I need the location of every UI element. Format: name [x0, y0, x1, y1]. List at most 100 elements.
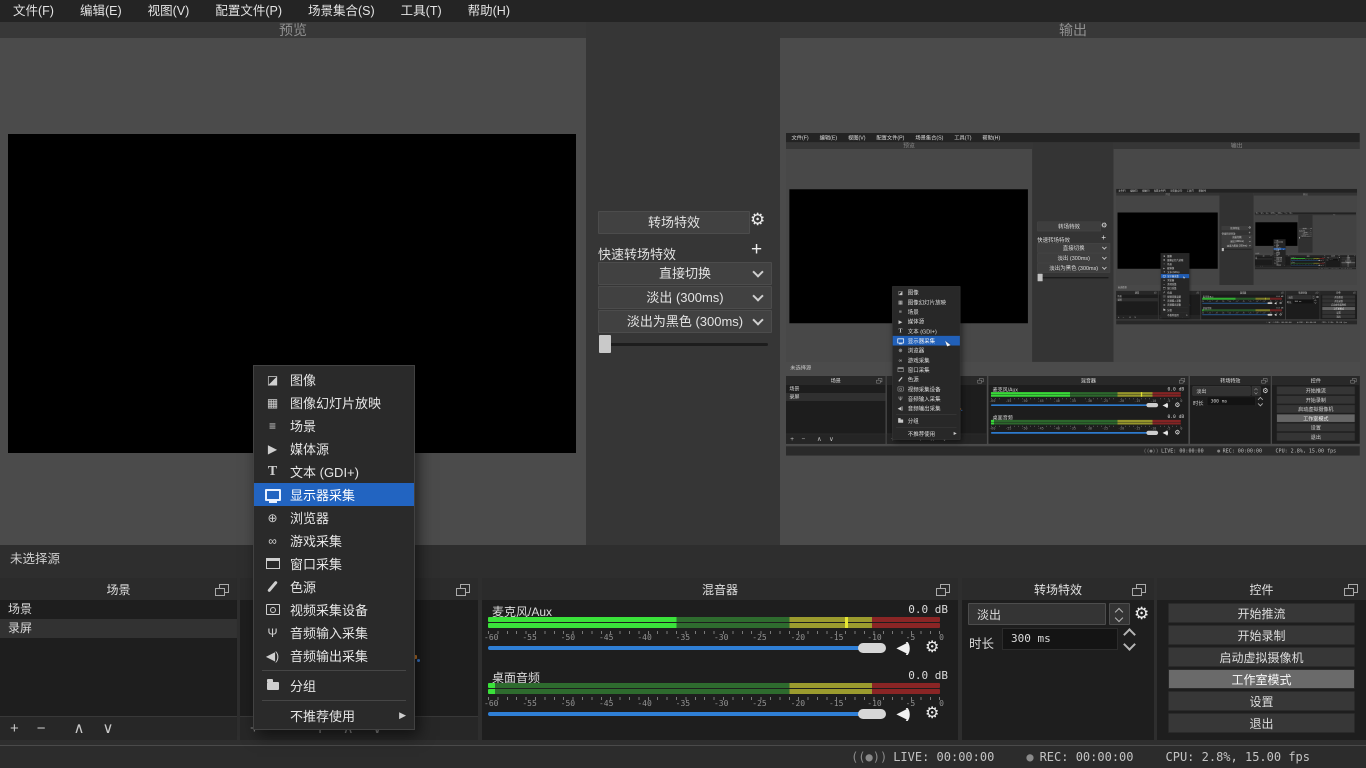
- chevron-down-icon: [752, 266, 763, 277]
- scene-list-item[interactable]: 场景: [0, 600, 237, 619]
- menubar-item-6[interactable]: 帮助(H): [455, 0, 523, 22]
- undock-icon[interactable]: [1348, 584, 1358, 593]
- context-menu-item[interactable]: ⊕浏览器: [254, 506, 414, 529]
- fade-black-transition-value: 淡出为黑色 (300ms): [627, 314, 743, 329]
- volume-slider-handle[interactable]: [858, 643, 886, 653]
- duration-input[interactable]: 300 ms: [1002, 628, 1118, 650]
- context-menu-item[interactable]: ∞游戏采集: [254, 529, 414, 552]
- context-menu-item[interactable]: ▶媒体源: [254, 437, 414, 460]
- remove-scene-icon[interactable]: −: [37, 717, 46, 740]
- menubar-item-5[interactable]: 工具(T): [388, 0, 455, 22]
- no-source-selected-text: 未选择源: [10, 548, 60, 567]
- context-menu-item[interactable]: ≡场景: [254, 414, 414, 437]
- context-menu-item-label: 图像幻灯片放映: [290, 393, 381, 412]
- nested-screen-capture: 文件(F)编辑(E)视图(V)配置文件(P)场景集合(S)工具(T)帮助(H) …: [786, 133, 1361, 457]
- meter-scale: -60-55-50-45-40-35-30-25-20-15-10-50: [484, 633, 944, 642]
- menubar-item-3[interactable]: 配置文件(P): [202, 0, 295, 22]
- context-menu-item[interactable]: Ψ音频输入采集: [254, 621, 414, 644]
- obs-window: 文件(F)编辑(E)视图(V)配置文件(P)场景集合(S)工具(T)帮助(H) …: [0, 0, 1366, 768]
- slideshow-icon: ▦: [264, 396, 281, 410]
- camera-icon: [264, 604, 281, 615]
- group-icon: [264, 682, 281, 690]
- output-pane: 输出 文件(F)编辑(E)视图(V)配置文件(P)场景集合(S)工具(T)帮助(…: [780, 22, 1366, 545]
- context-menu-item-label: 游戏采集: [290, 531, 342, 550]
- color-icon: [264, 580, 281, 593]
- fade-transition-dropdown[interactable]: 淡出 (300ms): [598, 286, 772, 309]
- add-scene-icon[interactable]: +: [10, 717, 19, 740]
- context-menu-item[interactable]: ▦ 图像幻灯片放映: [254, 391, 414, 414]
- media-icon: ▶: [264, 442, 281, 456]
- volume-slider[interactable]: [488, 708, 888, 720]
- add-quick-transition-icon[interactable]: +: [751, 239, 762, 261]
- fade-black-transition-dropdown[interactable]: 淡出为黑色 (300ms): [598, 310, 772, 333]
- context-menu-item[interactable]: 显示器采集: [254, 483, 414, 506]
- context-menu-item[interactable]: ◪图像: [254, 368, 414, 391]
- duration-stepper[interactable]: [1120, 628, 1140, 650]
- cut-transition-dropdown[interactable]: 直接切换: [598, 262, 772, 285]
- add-source-context-menu: ◪图像 ▦ 图像幻灯片放映 ≡场景▶媒体源T文本 (GDI+)显示器采集⊕浏览器∞游戏…: [253, 365, 415, 730]
- move-scene-down-icon[interactable]: ∨: [103, 717, 114, 740]
- menubar-item-0[interactable]: 文件(F): [0, 0, 67, 22]
- undock-icon[interactable]: [219, 584, 229, 593]
- tbar-handle[interactable]: [599, 335, 611, 353]
- transition-button[interactable]: 转场特效: [598, 211, 750, 234]
- microphone-icon: Ψ: [264, 626, 281, 640]
- undock-icon[interactable]: [1136, 584, 1146, 593]
- context-menu-item[interactable]: 色源: [254, 575, 414, 598]
- transition-properties-gear-icon[interactable]: ⚙: [1134, 605, 1149, 623]
- context-menu-item[interactable]: 视频采集设备: [254, 598, 414, 621]
- controls-panel-title: 控件: [1249, 581, 1273, 598]
- context-menu-item-label: 视频采集设备: [290, 600, 368, 619]
- quick-transition-label: 快速转场特效: [598, 244, 676, 263]
- display-icon: [264, 489, 281, 501]
- context-menu-item-label: 分组: [290, 676, 316, 695]
- chevron-down-icon: [752, 290, 763, 301]
- control-button-5[interactable]: 退出: [1168, 713, 1355, 733]
- control-button-2[interactable]: 启动虚拟摄像机: [1168, 647, 1355, 667]
- menubar-item-4[interactable]: 场景集合(S): [295, 0, 388, 22]
- context-menu-item[interactable]: 窗口采集: [254, 552, 414, 575]
- menu-bar: 文件(F)编辑(E)视图(V)配置文件(P)场景集合(S)工具(T)帮助(H): [0, 0, 1366, 22]
- context-menu-item[interactable]: 分组: [254, 674, 414, 697]
- mute-speaker-icon[interactable]: ◀): [897, 705, 908, 722]
- mixer-panel-header[interactable]: 混音器: [482, 578, 958, 600]
- mixer-channel-db: 0.0 dB: [908, 603, 948, 616]
- move-scene-up-icon[interactable]: ∧: [74, 717, 85, 740]
- submenu-arrow-icon: ▶: [399, 710, 406, 721]
- context-menu-item[interactable]: ◀)音频输出采集: [254, 644, 414, 667]
- scene-transitions-panel: 转场特效 淡出 ⚙ 时长 300 ms: [962, 578, 1154, 740]
- transition-select-value: 淡出: [977, 608, 1001, 622]
- control-button-3[interactable]: 工作室模式: [1168, 669, 1355, 689]
- scenes-panel: 场景 场景录屏 + − ∧ ∨: [0, 578, 237, 740]
- status-bar: ((●)) LIVE: 00:00:00 ● REC: 00:00:00 CPU…: [0, 745, 1366, 768]
- transition-gear-icon[interactable]: ⚙: [750, 211, 765, 229]
- chevron-down-icon: [752, 314, 763, 325]
- scene-icon: ≡: [264, 419, 281, 433]
- context-menu-item-label: 窗口采集: [290, 554, 342, 573]
- rec-time: REC: 00:00:00: [1040, 750, 1134, 764]
- control-button-4[interactable]: 设置: [1168, 691, 1355, 711]
- context-menu-item[interactable]: 不推荐使用▶: [254, 704, 414, 727]
- control-button-1[interactable]: 开始录制: [1168, 625, 1355, 645]
- context-menu-item-label: 色源: [290, 577, 316, 596]
- mixer-channel-db: 0.0 dB: [908, 669, 948, 682]
- transitions-panel-header[interactable]: 转场特效: [962, 578, 1154, 600]
- controls-panel-header[interactable]: 控件: [1157, 578, 1366, 600]
- channel-settings-gear-icon[interactable]: ⚙: [925, 639, 939, 657]
- mute-speaker-icon[interactable]: ◀): [897, 639, 908, 656]
- channel-settings-gear-icon[interactable]: ⚙: [925, 705, 939, 723]
- control-button-0[interactable]: 开始推流: [1168, 603, 1355, 623]
- volume-meter: [488, 617, 940, 630]
- menu-separator: [262, 670, 406, 671]
- scenes-panel-header[interactable]: 场景: [0, 578, 237, 600]
- transition-select-spinner[interactable]: [1109, 603, 1130, 625]
- context-menu-item[interactable]: T文本 (GDI+): [254, 460, 414, 483]
- volume-slider[interactable]: [488, 642, 888, 654]
- menubar-item-2[interactable]: 视图(V): [135, 0, 203, 22]
- volume-slider-handle[interactable]: [858, 709, 886, 719]
- transition-select[interactable]: 淡出: [968, 603, 1106, 625]
- scene-list-item[interactable]: 录屏: [0, 619, 237, 638]
- undock-icon[interactable]: [460, 584, 470, 593]
- undock-icon[interactable]: [940, 584, 950, 593]
- menubar-item-1[interactable]: 编辑(E): [67, 0, 135, 22]
